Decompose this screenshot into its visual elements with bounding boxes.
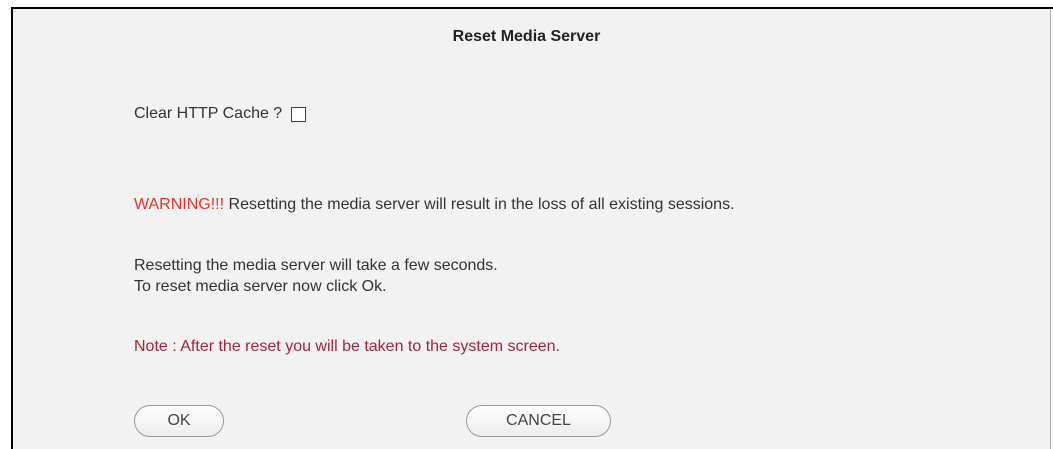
reset-media-server-window: Reset Media Server Clear HTTP Cache ? WA…: [0, 0, 1053, 449]
clear-cache-checkbox[interactable]: [291, 106, 307, 122]
info-line-2: To reset media server now click Ok.: [134, 278, 387, 295]
clear-cache-label: Clear HTTP Cache ?: [134, 105, 283, 122]
info-message: Resetting the media server will take a f…: [134, 255, 498, 297]
info-line-1: Resetting the media server will take a f…: [134, 257, 498, 274]
dialog-panel: [13, 9, 1051, 449]
warning-message: WARNING!!! Resetting the media server wi…: [134, 196, 735, 214]
note-message: Note : After the reset you will be taken…: [134, 338, 560, 355]
cancel-button[interactable]: CANCEL: [466, 405, 611, 437]
ok-button[interactable]: OK: [134, 405, 224, 437]
dialog-title: Reset Media Server: [452, 28, 601, 45]
warning-text: Resetting the media server will result i…: [224, 196, 735, 213]
warning-label: WARNING!!!: [134, 196, 225, 213]
clear-cache-row: Clear HTTP Cache ?: [134, 105, 307, 123]
panel-left-border: [11, 7, 13, 449]
panel-top-border: [11, 7, 1053, 9]
